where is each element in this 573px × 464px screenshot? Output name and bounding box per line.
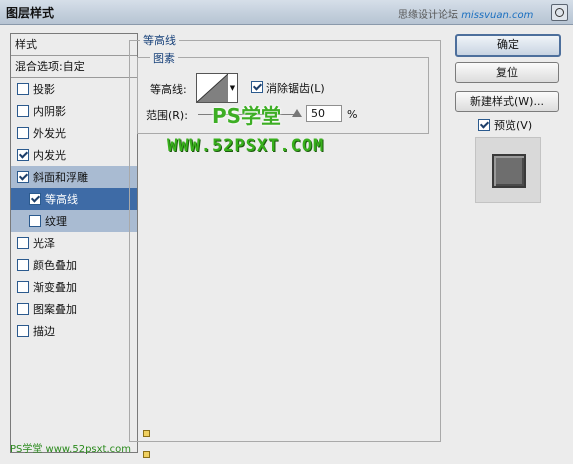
corner-handle-right — [143, 451, 150, 458]
watermark-text: 思缘设计论坛 — [398, 10, 458, 21]
list-item-bevel-emboss[interactable]: 斜面和浮雕 — [11, 166, 137, 188]
list-item-label: 颜色叠加 — [33, 259, 77, 272]
close-icon[interactable] — [551, 4, 568, 21]
list-item-contour[interactable]: 等高线 — [11, 188, 137, 210]
corner-handle-left — [143, 430, 150, 437]
contour-label: 等高线: — [150, 83, 187, 96]
checkbox-inner-shadow[interactable] — [17, 105, 29, 117]
antialias-checkbox[interactable] — [251, 81, 263, 93]
watermark-logo: missvuan.com — [461, 10, 534, 21]
reset-button[interactable]: 复位 — [455, 62, 559, 83]
checkbox-drop-shadow[interactable] — [17, 83, 29, 95]
checkbox-contour[interactable] — [29, 193, 41, 205]
list-item-gradient-overlay[interactable]: 渐变叠加 — [11, 276, 137, 298]
list-item-label: 渐变叠加 — [33, 281, 77, 294]
preview-swatch — [492, 154, 526, 188]
checkbox-inner-glow[interactable] — [17, 149, 29, 161]
list-item-color-overlay[interactable]: 颜色叠加 — [11, 254, 137, 276]
checkbox-outer-glow[interactable] — [17, 127, 29, 139]
bottom-watermark: PS学堂 www.52psxt.com — [10, 444, 132, 455]
list-item-outer-glow[interactable]: 外发光 — [11, 122, 137, 144]
checkbox-satin[interactable] — [17, 237, 29, 249]
ok-button[interactable]: 确定 — [455, 34, 561, 57]
list-item-label: 纹理 — [45, 215, 67, 228]
list-item-label: 图案叠加 — [33, 303, 77, 316]
range-label: 范围(R): — [146, 109, 188, 122]
blend-options-item[interactable]: 混合选项:自定 — [11, 56, 137, 78]
checkbox-texture[interactable] — [29, 215, 41, 227]
contour-picker[interactable] — [196, 73, 229, 103]
list-item-label: 外发光 — [33, 127, 66, 140]
list-item-label: 描边 — [33, 325, 55, 338]
checkbox-stroke[interactable] — [17, 325, 29, 337]
preview-checkbox[interactable] — [478, 119, 490, 131]
contour-curve-icon — [197, 74, 228, 102]
style-preview — [475, 137, 541, 203]
list-item-inner-shadow[interactable]: 内阴影 — [11, 100, 137, 122]
list-item-pattern-overlay[interactable]: 图案叠加 — [11, 298, 137, 320]
antialias-label: 消除锯齿(L) — [266, 82, 325, 95]
range-unit: % — [347, 108, 358, 121]
list-item-inner-glow[interactable]: 内发光 — [11, 144, 137, 166]
window-title: 图层样式 — [6, 6, 55, 20]
top-watermark: 思缘设计论坛 missvuan.com — [398, 6, 533, 21]
range-slider-handle[interactable] — [292, 109, 302, 117]
contour-dropdown-arrow-icon[interactable]: ▼ — [228, 73, 238, 103]
checkbox-bevel-emboss[interactable] — [17, 171, 29, 183]
elements-group-title: 图素 — [150, 50, 178, 66]
new-style-button[interactable]: 新建样式(W)... — [455, 91, 559, 112]
ps-logo-overlay: PS学堂 — [212, 104, 282, 128]
checkbox-pattern-overlay[interactable] — [17, 303, 29, 315]
list-item-label: 光泽 — [33, 237, 55, 250]
list-item-drop-shadow[interactable]: 投影 — [11, 78, 137, 100]
site-watermark: WWW.52PSXT.COM — [167, 136, 325, 156]
list-item-label: 内发光 — [33, 149, 66, 162]
style-list-header[interactable]: 样式 — [11, 34, 137, 56]
list-item-texture[interactable]: 纹理 — [11, 210, 137, 232]
style-list: 样式 混合选项:自定 投影 内阴影 外发光 内发光 斜面和浮雕 等高线 纹理 光… — [10, 33, 138, 453]
checkbox-color-overlay[interactable] — [17, 259, 29, 271]
preview-toggle[interactable]: 预览(V) — [478, 117, 532, 133]
checkbox-gradient-overlay[interactable] — [17, 281, 29, 293]
title-bar: 图层样式 思缘设计论坛 missvuan.com — [0, 0, 573, 25]
range-input[interactable]: 50 — [306, 105, 342, 122]
list-item-label: 内阴影 — [33, 105, 66, 118]
preview-label: 预览(V) — [494, 119, 533, 132]
list-item-stroke[interactable]: 描边 — [11, 320, 137, 342]
list-item-label: 投影 — [33, 83, 55, 96]
list-item-satin[interactable]: 光泽 — [11, 232, 137, 254]
list-item-label: 斜面和浮雕 — [33, 171, 88, 184]
contour-section-title: 等高线 — [140, 32, 179, 48]
list-item-label: 等高线 — [45, 193, 78, 206]
